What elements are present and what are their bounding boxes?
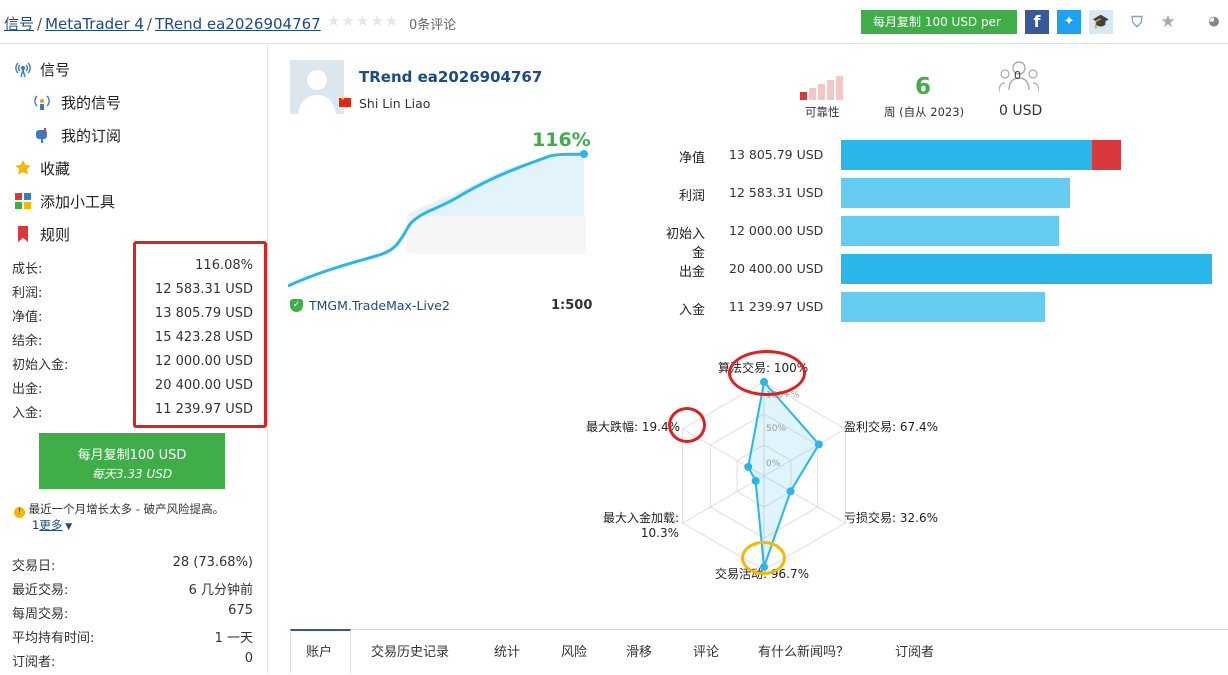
china-flag-icon: ★ — [339, 95, 351, 107]
user-silhouette-icon — [298, 70, 336, 114]
facebook-icon[interactable]: f — [1025, 10, 1049, 34]
bar-value: 11 239.97 USD — [729, 299, 824, 314]
more-link[interactable]: 更多 — [39, 518, 62, 532]
stat-subscribers: 订阅者: 0 — [12, 651, 253, 670]
reliability-bars-icon — [800, 76, 850, 102]
growth-chart — [288, 150, 588, 288]
highlight-circle-drawdown — [668, 407, 706, 443]
warning-icon: ! — [14, 507, 25, 518]
breadcrumb-current[interactable]: TRend ea2026904767 — [155, 15, 321, 33]
signal-name[interactable]: TRend ea2026904767 — [359, 68, 542, 86]
stat-avg-holding: 平均持有时间: 1 一天 — [12, 631, 253, 646]
bar-fill-extra[interactable] — [1092, 140, 1121, 170]
highlight-circle-algo — [728, 350, 806, 396]
tab-news[interactable]: 有什么新闻吗？ — [758, 641, 849, 660]
bookmark-icon — [18, 226, 28, 242]
radar-tick-label: 0% — [766, 459, 781, 469]
rating-stars[interactable]: ★★★★★ — [327, 12, 399, 30]
stat-trades-per-week: 每周交易: 675 — [12, 603, 253, 622]
bar-value: 20 400.00 USD — [729, 261, 824, 276]
bar-value: 12 000.00 USD — [729, 223, 824, 238]
author-name[interactable]: Shi Lin Liao — [359, 96, 430, 111]
breadcrumb-platform-link[interactable]: MetaTrader 4 — [45, 15, 144, 33]
subscribers-count: 0 — [1014, 69, 1021, 82]
breadcrumb: 信号 / MetaTrader 4/TRend ea2026904767 — [4, 15, 321, 33]
main-content: TRend ea2026904767 ★ Shi Lin Liao 116% ✓… — [268, 44, 1228, 673]
shield-badge-icon[interactable]: ⛉ — [1125, 10, 1149, 34]
bar-label: 初始入金 — [665, 227, 705, 261]
top-bar: 信号 / MetaTrader 4/TRend ea2026904767 ★★★★★… — [0, 0, 1228, 44]
my-signal-icon — [34, 95, 50, 110]
bar-label: 利润 — [678, 189, 705, 204]
bar-fill[interactable] — [841, 140, 1092, 170]
highlight-circle-activity — [741, 541, 786, 575]
verified-shield-icon: ✓ — [290, 299, 303, 312]
radar-data-point — [751, 476, 760, 485]
growth-value: 116% — [532, 129, 591, 151]
broker-link[interactable]: TMGM.TradeMax-Live2 — [309, 298, 450, 313]
copy-subscribe-button[interactable]: 每月复制 100 USD per — [861, 10, 1017, 34]
bar-fill[interactable] — [841, 292, 1045, 322]
bar-value: 13 805.79 USD — [729, 147, 824, 162]
subscribers-value: 0 USD — [999, 103, 1043, 119]
bar-fill[interactable] — [841, 254, 1212, 284]
radar-tick-label: 50% — [766, 424, 786, 434]
star-icon — [15, 160, 31, 175]
breadcrumb-signals-link[interactable]: 信号 — [4, 15, 34, 33]
radar-label-load: 最大入金加载: 10.3% — [602, 511, 679, 540]
chevron-down-icon[interactable]: ▼ — [62, 522, 72, 532]
reviews-count[interactable]: 0条评论 — [409, 14, 456, 33]
radar-data-point — [744, 462, 753, 471]
radar-data-point — [814, 440, 823, 449]
stat-trading-days: 交易日: 28 (73.68%) — [12, 555, 253, 574]
bar-label: 入金 — [678, 303, 705, 318]
subscribe-button[interactable]: 每月复制100 USD 每天3.33 USD — [39, 433, 225, 489]
signal-antenna-icon — [15, 62, 31, 78]
growth-end-point — [580, 150, 588, 158]
radar-label-loss: 亏损交易: 32.6% — [844, 511, 938, 525]
highlight-annotation-box — [133, 241, 267, 428]
radar-label-drawdown: 最大跌幅: 19.4% — [586, 420, 680, 434]
tab-statistics[interactable]: 统计 — [494, 641, 520, 660]
reliability-label: 可靠性 — [805, 105, 840, 119]
weeks-value: 6 — [915, 74, 932, 100]
widgets-icon — [15, 193, 31, 209]
bar-fill[interactable] — [841, 216, 1059, 246]
radar-label-profit: 盈利交易: 67.4% — [844, 420, 938, 434]
bar-label: 出金 — [678, 265, 705, 280]
twitter-icon[interactable]: ✦ — [1057, 10, 1081, 34]
tab-subscribers[interactable]: 订阅者 — [895, 641, 934, 660]
tab-risks[interactable]: 风险 — [561, 641, 587, 660]
bar-label: 净值 — [678, 151, 705, 166]
tab-reviews[interactable]: 评论 — [693, 641, 719, 660]
tab-slippage[interactable]: 滑移 — [626, 641, 652, 660]
favorite-star-icon[interactable]: ★ — [1156, 10, 1180, 34]
tab-trade-history[interactable]: 交易历史记录 — [371, 641, 449, 660]
radar-data-area — [747, 379, 821, 568]
more-icon[interactable]: ◕ — [1204, 10, 1224, 34]
leverage-value: 1:500 — [551, 298, 593, 313]
radar-data-point — [786, 487, 795, 496]
tab-account[interactable]: 账户 — [306, 641, 332, 660]
avatar[interactable] — [290, 60, 344, 114]
education-icon[interactable]: 🎓 — [1089, 10, 1113, 34]
weeks-label: 周 (自从 2023) — [884, 105, 965, 119]
bar-value: 12 583.31 USD — [729, 185, 824, 200]
stat-last-trade: 最近交易: 6 几分钟前 — [12, 583, 253, 598]
mailbox-icon — [36, 128, 47, 143]
risk-warning: ! 最近一个月增长太多 - 破产风险提高。 1更多 ▼ — [14, 502, 264, 535]
bar-fill[interactable] — [841, 178, 1070, 208]
